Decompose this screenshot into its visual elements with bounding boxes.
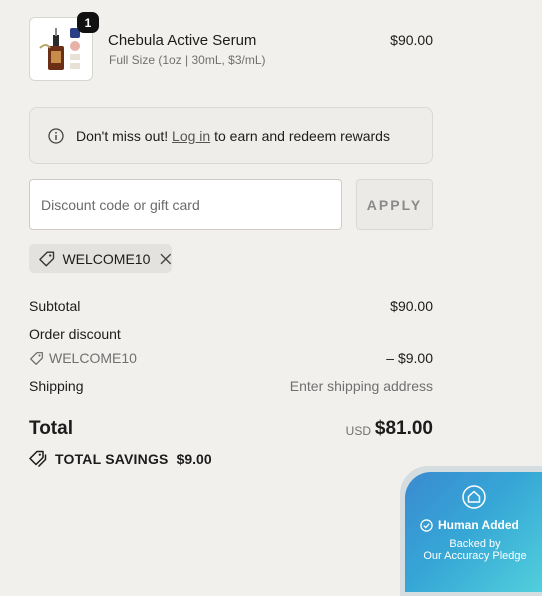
discount-value: – $9.00 bbox=[386, 350, 433, 366]
applied-discount-chip: WELCOME10 bbox=[29, 244, 172, 273]
rewards-text: Don't miss out! Log in to earn and redee… bbox=[76, 128, 390, 144]
pledge-line-1: Backed by bbox=[449, 538, 501, 550]
human-added-row: Human Added bbox=[420, 518, 519, 532]
close-icon[interactable] bbox=[160, 253, 172, 265]
tag-icon bbox=[39, 251, 55, 266]
rewards-suffix: to earn and redeem rewards bbox=[214, 127, 390, 144]
login-link[interactable]: Log in bbox=[172, 128, 210, 144]
product-price: $90.00 bbox=[390, 32, 433, 48]
pledge-text: Backed by Our Accuracy Pledge bbox=[405, 538, 542, 562]
pledge-line-2: Our Accuracy Pledge bbox=[423, 550, 527, 562]
savings-label: TOTAL SAVINGS bbox=[55, 451, 169, 467]
total-label: Total bbox=[29, 418, 73, 439]
product-name: Chebula Active Serum bbox=[108, 32, 257, 49]
product-variant: Full Size (1oz | 30mL, $3/mL) bbox=[109, 53, 266, 67]
total-value: $81.00 bbox=[374, 418, 433, 439]
accuracy-pledge-badge[interactable]: Human Added Backed by Our Accuracy Pledg… bbox=[405, 472, 542, 592]
shipping-label: Shipping bbox=[29, 378, 84, 394]
tag-icon bbox=[30, 351, 43, 365]
quantity-badge: 1 bbox=[77, 12, 99, 33]
discount-code-input[interactable] bbox=[29, 179, 342, 230]
shipping-value: Enter shipping address bbox=[289, 378, 433, 394]
total-savings: TOTAL SAVINGS $9.00 bbox=[29, 450, 212, 468]
rewards-prefix: Don't miss out! bbox=[76, 127, 169, 144]
info-circle-icon bbox=[48, 127, 64, 144]
discount-code-row: WELCOME10 bbox=[29, 350, 137, 366]
total-currency: USD bbox=[345, 424, 371, 438]
discount-code-text: WELCOME10 bbox=[49, 350, 137, 366]
order-discount-label: Order discount bbox=[29, 326, 121, 342]
savings-value: $9.00 bbox=[176, 451, 212, 467]
subtotal-value: $90.00 bbox=[390, 298, 433, 314]
tags-icon bbox=[29, 450, 47, 468]
rewards-banner: Don't miss out! Log in to earn and redee… bbox=[29, 107, 433, 164]
subtotal-label: Subtotal bbox=[29, 298, 81, 314]
applied-code-label: WELCOME10 bbox=[62, 250, 151, 267]
check-circle-icon bbox=[420, 518, 433, 532]
apply-button[interactable]: APPLY bbox=[356, 179, 433, 230]
home-shield-icon bbox=[462, 485, 486, 509]
human-added-label: Human Added bbox=[438, 518, 519, 532]
